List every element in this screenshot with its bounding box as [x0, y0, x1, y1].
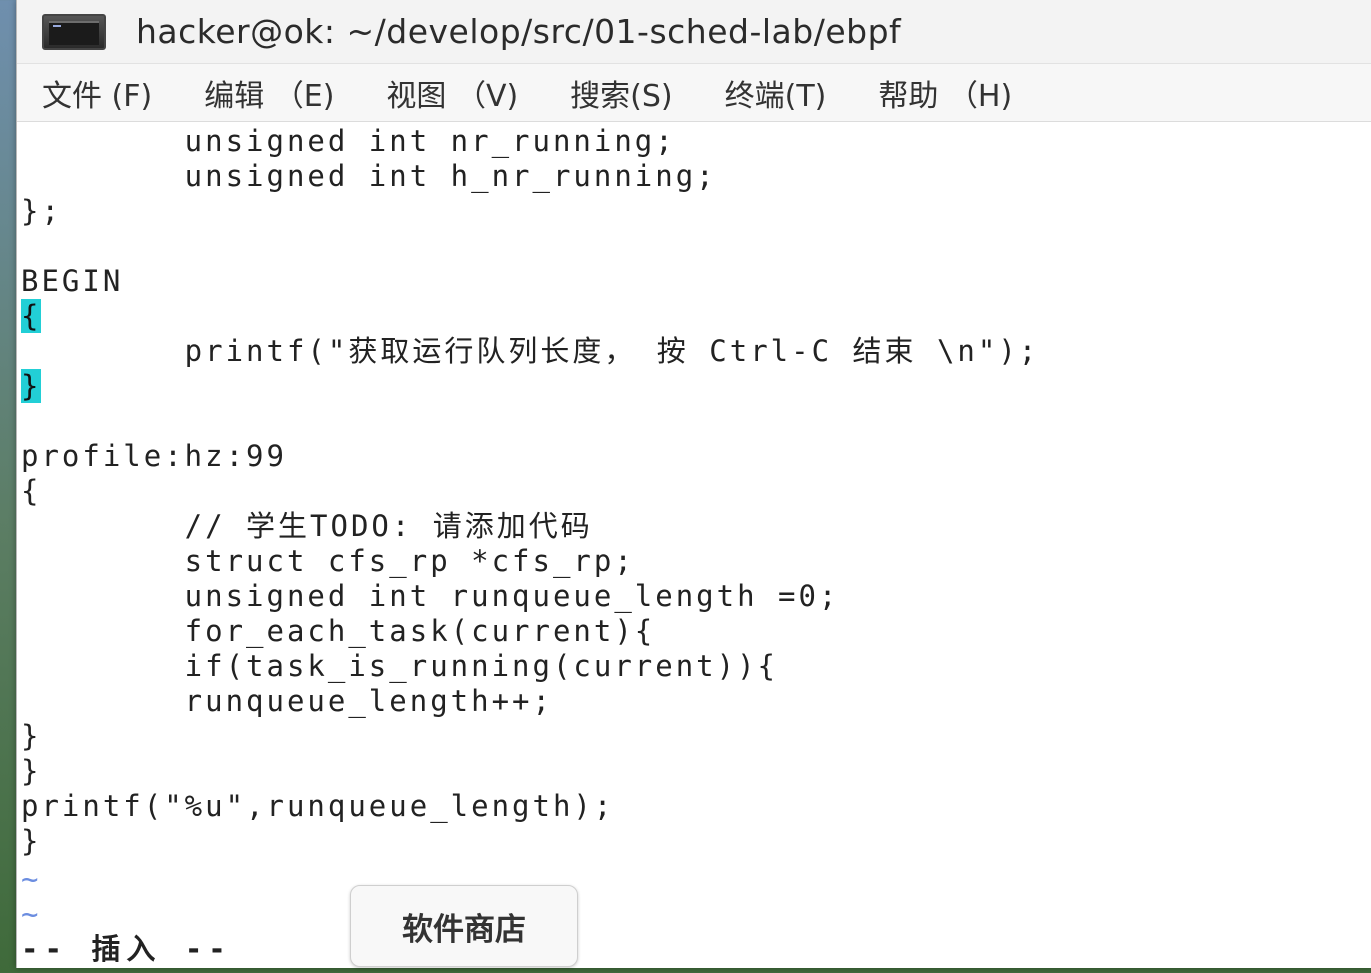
code-line: struct cfs_rp *cfs_rp; [21, 544, 635, 578]
empty-line-tilde: ~ [21, 862, 42, 896]
menu-search[interactable]: 搜索(S) [570, 71, 672, 115]
code-line: // 学生TODO: 请添加代码 [21, 509, 593, 543]
code-line: } [21, 824, 42, 858]
code-line: } [21, 369, 42, 404]
code-line: if(task_is_running(current)){ [21, 649, 779, 683]
insert-mode-indicator: -- 插入 -- [21, 932, 232, 966]
matched-brace-highlight: { [21, 299, 42, 333]
menu-help[interactable]: 帮助 （H) [878, 71, 1012, 115]
code-line: unsigned int runqueue_length =0; [21, 579, 840, 613]
code-line: } [21, 719, 42, 753]
software-store-tooltip: 软件商店 [350, 885, 578, 967]
code-line: unsigned int nr_running; [21, 124, 676, 158]
menu-bar: 文件 (F) 编辑 （E) 视图 （V) 搜索(S) 终端(T) 帮助 （H) [17, 64, 1371, 122]
code-line: printf("%u",runqueue_length); [21, 789, 615, 823]
menu-edit[interactable]: 编辑 （E) [204, 71, 334, 115]
title-bar[interactable]: hacker@ok: ~/develop/src/01-sched-lab/eb… [17, 0, 1371, 64]
cursor-brace-highlight: } [21, 369, 42, 403]
vim-editor[interactable]: unsigned int nr_running; unsigned int h_… [17, 122, 1371, 968]
code-line: }; [21, 194, 62, 228]
code-line: { [21, 474, 42, 508]
code-line: BEGIN [21, 264, 124, 298]
code-line: } [21, 754, 42, 788]
code-line: for_each_task(current){ [21, 614, 656, 648]
menu-file[interactable]: 文件 (F) [42, 71, 152, 115]
code-line: runqueue_length++; [21, 684, 553, 718]
code-line: unsigned int h_nr_running; [21, 159, 717, 193]
code-line: printf("获取运行队列长度， 按 Ctrl-C 结束 \n"); [21, 334, 1040, 368]
terminal-window: hacker@ok: ~/develop/src/01-sched-lab/eb… [16, 0, 1371, 968]
menu-terminal[interactable]: 终端(T) [725, 71, 827, 115]
menu-view[interactable]: 视图 （V) [386, 71, 518, 115]
window-title: hacker@ok: ~/develop/src/01-sched-lab/eb… [136, 12, 902, 51]
terminal-icon [42, 13, 106, 50]
code-line: { [21, 299, 42, 334]
code-line: profile:hz:99 [21, 439, 287, 473]
empty-line-tilde: ~ [21, 897, 42, 931]
